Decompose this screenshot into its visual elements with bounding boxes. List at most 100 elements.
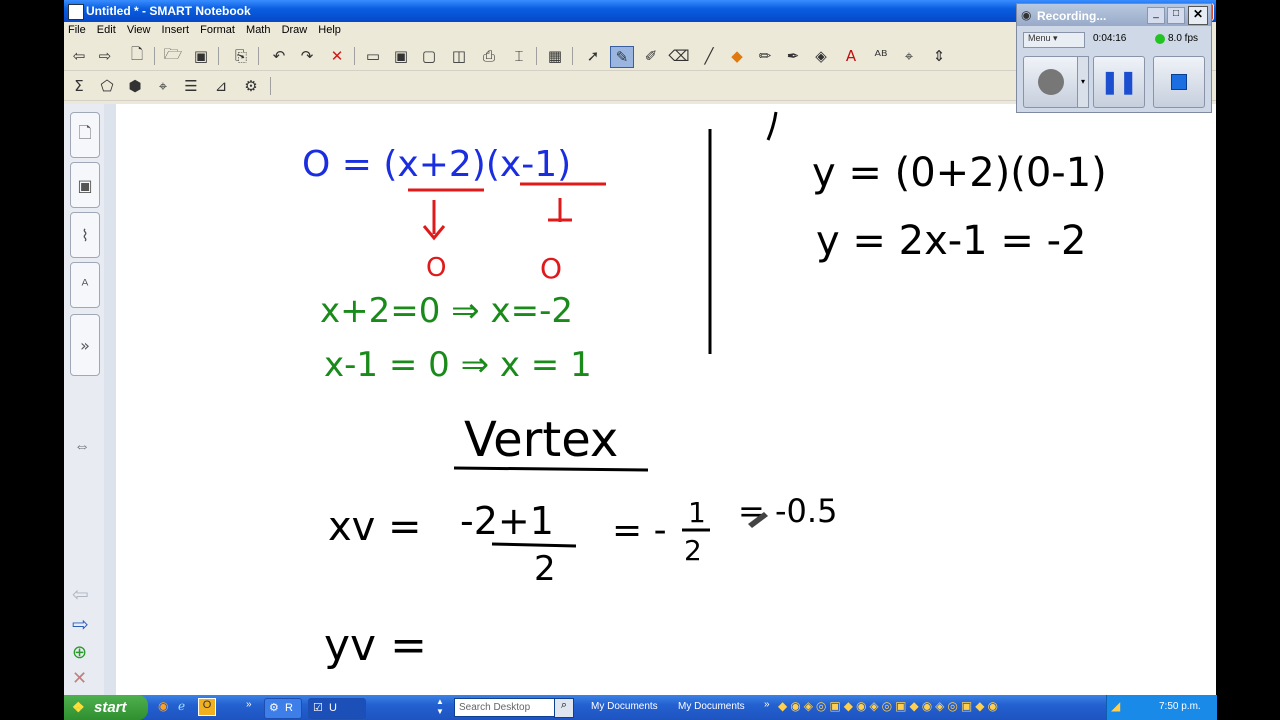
3d-object-icon[interactable]: ⬢ (124, 76, 146, 96)
pause-button[interactable]: ❚❚ (1093, 56, 1145, 108)
redo-icon[interactable]: ↷ (296, 46, 318, 66)
addons-tab-icon[interactable]: » (70, 314, 100, 376)
stop-button[interactable] (1153, 56, 1205, 108)
line-icon[interactable]: ╱ (698, 46, 720, 66)
pen-icon[interactable]: ✎ (610, 46, 634, 68)
xv-label: xv = (328, 504, 422, 550)
recorder-menu-label: Menu (1028, 33, 1051, 43)
screen-shade-icon[interactable]: ▭ (362, 46, 384, 66)
recorder-minimize-button[interactable]: _ (1147, 7, 1165, 24)
recorder-close-button[interactable]: ✕ (1188, 6, 1208, 25)
recorder-title-bar: ◉ Recording... _ □ ✕ (1017, 4, 1211, 26)
desktop-search-input[interactable]: Search Desktop (454, 698, 556, 717)
previous-page-icon[interactable]: ⇦ (72, 582, 89, 607)
xv-equals-minus: = - (612, 510, 667, 551)
quicklaunch-overflow-icon[interactable]: » (246, 699, 252, 710)
delete-page-icon[interactable]: ✕ (72, 668, 87, 689)
firefox-quicklaunch-icon[interactable]: ◉ (158, 699, 168, 713)
properties-tab-icon[interactable]: ᴬ (70, 262, 100, 308)
taskbar-item-u[interactable]: ☑ U (308, 698, 366, 719)
menu-math[interactable]: Math (242, 22, 274, 36)
graph-icon[interactable]: ⊿ (210, 76, 232, 96)
taskbar-item-r-label: R (285, 702, 293, 714)
toolbar-move-icon[interactable]: ⇕ (928, 46, 950, 66)
text-icon[interactable]: A (840, 46, 862, 66)
search-icon[interactable]: ⌕ (554, 698, 574, 718)
side-tabs: 🗋 ▣ ⌇ ᴬ » ⇔ ⇦ ⇨ ⊕ ✕ (64, 104, 105, 695)
compass-icon[interactable]: ⌖ (152, 76, 174, 96)
shapes-icon[interactable]: ◆ (726, 46, 748, 66)
back-arrow-icon[interactable]: ⇦ (68, 46, 90, 66)
menu-format[interactable]: Format (196, 22, 239, 36)
open-folder-icon[interactable]: 🗁 (162, 45, 184, 66)
whiteboard-canvas[interactable]: O = (x+2)(x-1) O O x+2=0 ⇒ x=-2 x-1 = 0 … (116, 104, 1216, 695)
menu-help[interactable]: Help (314, 22, 345, 36)
dual-page-icon[interactable]: ◫ (448, 46, 470, 66)
record-button[interactable] (1023, 56, 1079, 108)
ink-fragment (766, 111, 778, 141)
windows-logo-icon: ❖ (72, 699, 85, 715)
resize-handle-icon[interactable]: ⇔ (74, 438, 90, 456)
recorder-title: Recording... (1037, 9, 1107, 23)
menu-view[interactable]: View (123, 22, 155, 36)
add-page-icon[interactable]: ⊕ (72, 642, 87, 663)
ruler-icon[interactable]: ☰ (180, 76, 202, 96)
document-camera-icon[interactable]: ⌶ (508, 46, 530, 66)
ie-quicklaunch-icon[interactable]: ℯ (178, 699, 185, 713)
full-screen-icon[interactable]: ▣ (390, 46, 412, 66)
my-documents-link-1[interactable]: My Documents (591, 701, 658, 712)
paste-icon[interactable]: ⎘ (230, 46, 252, 66)
solution-line-2: x-1 = 0 ⇒ x = 1 (324, 345, 592, 385)
ink-layer: O = (x+2)(x-1) O O x+2=0 ⇒ x=-2 x-1 = 0 … (302, 111, 1107, 671)
taskbar-scroll-arrows[interactable]: ▲ ▼ (436, 697, 446, 717)
select-arrow-icon[interactable]: ➚ (582, 46, 604, 66)
attachments-tab-icon[interactable]: ⌇ (70, 212, 100, 258)
delete-icon[interactable]: ✕ (326, 46, 348, 66)
menu-edit[interactable]: Edit (93, 22, 120, 36)
recorder-menu-dropdown[interactable]: Menu ▾ (1023, 32, 1085, 48)
sigma-icon[interactable]: Σ (68, 76, 90, 96)
start-button[interactable]: ❖ start (64, 695, 148, 720)
shape-recognition-icon[interactable]: ⬠ (96, 76, 118, 96)
taskbar-item-r[interactable]: ⚙ R (264, 698, 302, 719)
taskbar-item-icon: ☑ (313, 702, 323, 714)
my-documents-link-2[interactable]: My Documents (678, 701, 745, 712)
stop-icon (1171, 74, 1187, 90)
outlook-quicklaunch-icon[interactable]: O (198, 698, 216, 716)
menu-insert[interactable]: Insert (158, 22, 194, 36)
forward-arrow-icon[interactable]: ⇨ (94, 46, 116, 66)
add-page-icon[interactable]: 🗋 (126, 45, 148, 66)
menu-file[interactable]: File (64, 22, 90, 36)
notification-icons[interactable]: ◆◉◈◎▣◆◉◈◎▣◆◉◈◎▣◆◉ (778, 699, 1001, 713)
record-options-dropdown[interactable]: ▾ (1077, 56, 1089, 108)
clock: 7:50 p.m. (1159, 701, 1201, 712)
creative-pen-icon[interactable]: ✐ (640, 46, 662, 66)
measurement-tools-icon[interactable]: ⌖ (898, 46, 920, 66)
tray-volume-icon[interactable]: ◢ (1111, 699, 1120, 713)
menu-draw[interactable]: Draw (278, 22, 312, 36)
xv-denominator: 2 (534, 549, 556, 589)
transparent-background-icon[interactable]: ▢ (418, 46, 440, 66)
recorder-fps: 8.0 fps (1168, 33, 1199, 44)
equation-factored: O = (x+2)(x-1) (302, 144, 571, 185)
eraser-icon[interactable]: ⌫ (668, 46, 690, 66)
table-icon[interactable]: ▦ (544, 46, 566, 66)
fill-icon[interactable]: ◈ (810, 46, 832, 66)
zero-under-factor-1: O (426, 253, 446, 283)
toolbar-overflow-icon[interactable]: » (764, 699, 770, 710)
handwriting-recognition-icon[interactable]: ᴬᴮ (870, 46, 892, 66)
capture-icon[interactable]: ⎙ (478, 46, 500, 66)
taskbar-item-u-label: U (329, 702, 337, 714)
half-numerator: 1 (688, 496, 706, 529)
start-label: start (94, 699, 127, 716)
page-sorter-tab-icon[interactable]: 🗋 (70, 112, 100, 158)
lesson-activity-icon[interactable]: ⚙ (240, 76, 262, 96)
undo-icon[interactable]: ↶ (268, 46, 290, 66)
next-page-icon[interactable]: ⇨ (72, 612, 89, 637)
gallery-tab-icon[interactable]: ▣ (70, 162, 100, 208)
recorder-elapsed-time: 0:04:16 (1093, 33, 1127, 44)
save-icon[interactable]: ▣ (190, 46, 212, 66)
shape-pen-icon[interactable]: ✒ (782, 46, 804, 66)
recorder-maximize-button[interactable]: □ (1167, 7, 1185, 24)
magic-pen-icon[interactable]: ✏ (754, 46, 776, 66)
